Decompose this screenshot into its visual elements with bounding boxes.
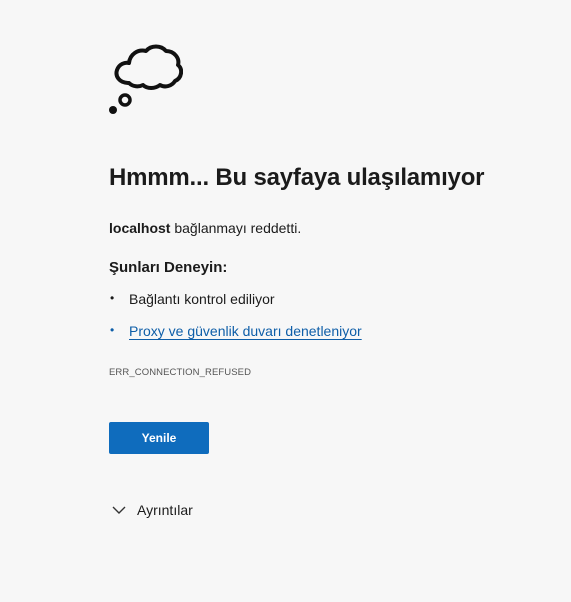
bullet: •: [110, 323, 115, 337]
page-title: Hmmm... Bu sayfaya ulaşılamıyor: [109, 164, 485, 191]
thought-cloud-icon: [109, 44, 183, 114]
error-code: ERR_CONNECTION_REFUSED: [109, 367, 252, 378]
error-page: Hmmm... Bu sayfaya ulaşılamıyor localhos…: [0, 0, 571, 602]
suggestion-item-check-proxy: • Proxy ve güvenlik duvarı denetleniyor: [109, 323, 362, 355]
suggestions-list: • Bağlantı kontrol ediliyor • Proxy ve g…: [109, 291, 362, 355]
reload-button[interactable]: Yenile: [109, 422, 209, 454]
check-proxy-firewall-link[interactable]: Proxy ve güvenlik duvarı denetleniyor: [129, 323, 362, 339]
try-heading: Şunları Deneyin:: [109, 259, 228, 276]
suggestion-item-check-connection: • Bağlantı kontrol ediliyor: [109, 291, 362, 323]
details-label: Ayrıntılar: [137, 502, 193, 518]
host-name: localhost: [109, 220, 171, 236]
bullet: •: [110, 291, 115, 305]
host-message-text: bağlanmayı reddetti.: [170, 220, 302, 236]
suggestion-label: Bağlantı kontrol ediliyor: [129, 291, 275, 307]
details-toggle[interactable]: Ayrıntılar: [112, 502, 193, 518]
chevron-down-icon: [112, 506, 126, 514]
host-message: localhost bağlanmayı reddetti.: [109, 220, 301, 236]
